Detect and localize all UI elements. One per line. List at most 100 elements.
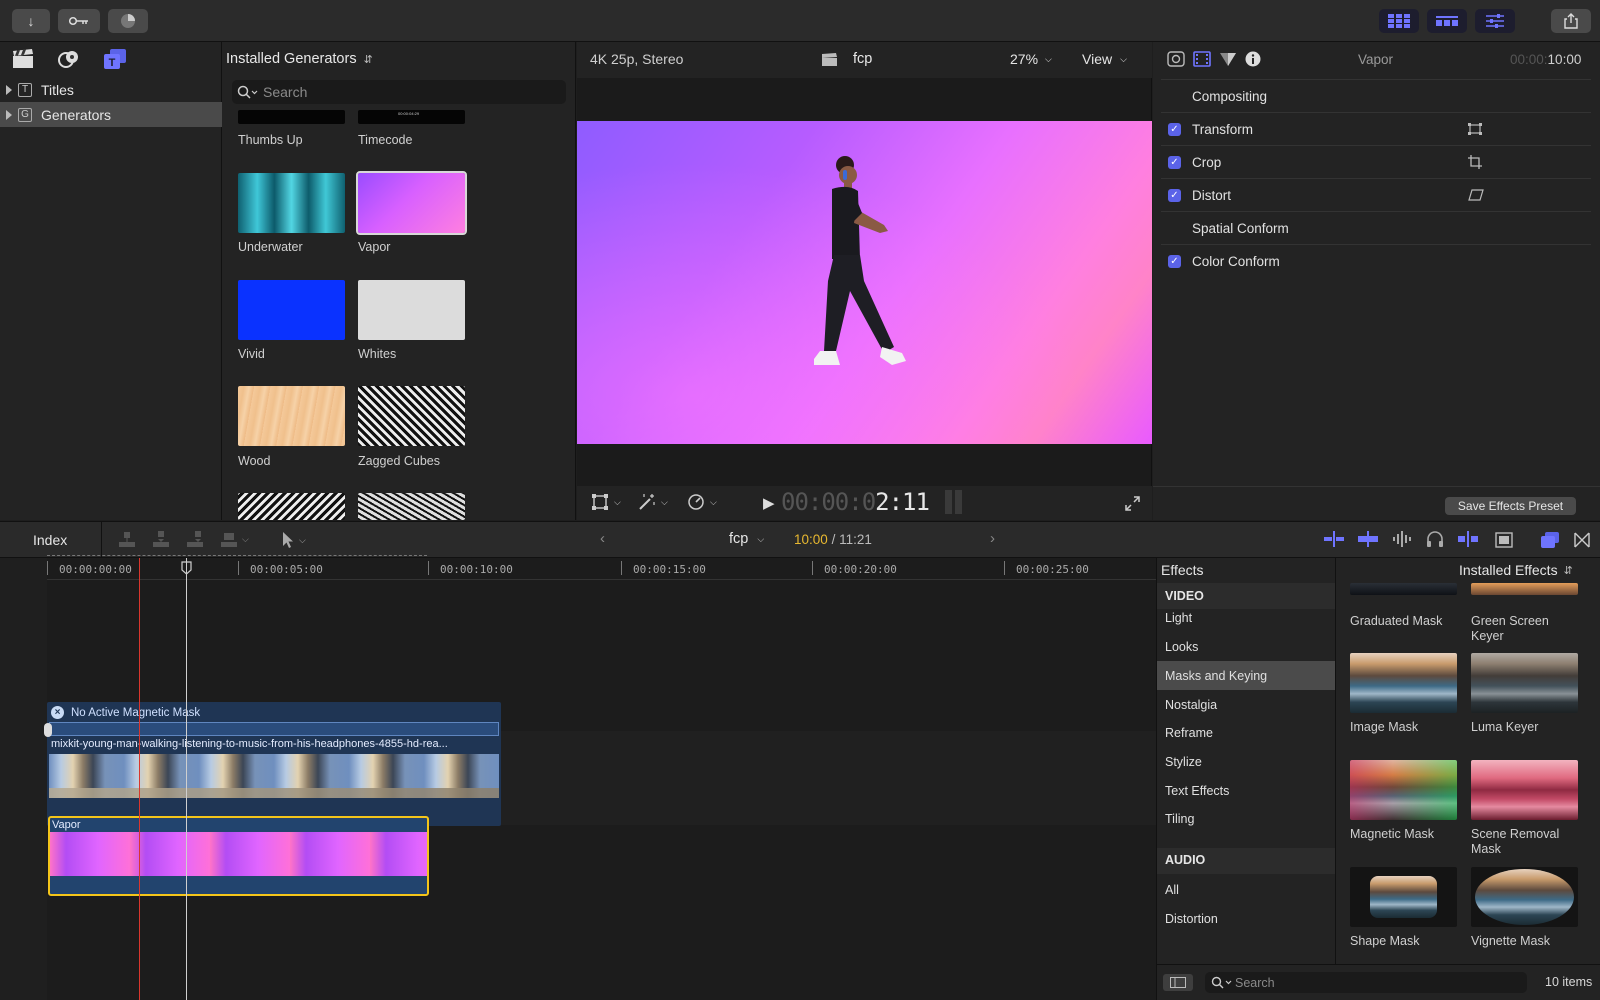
transitions-browser-toggle-icon[interactable]	[1574, 532, 1590, 548]
close-icon[interactable]: ×	[51, 706, 64, 719]
insert-edit-icon[interactable]	[151, 530, 171, 548]
effect-category-nostalgia[interactable]: Nostalgia	[1157, 690, 1335, 719]
play-icon[interactable]: ▶	[763, 494, 775, 512]
effect-category-light[interactable]: Light	[1157, 603, 1335, 632]
zoom-dropdown[interactable]: 27% ⌵	[1010, 51, 1052, 67]
playhead-line[interactable]	[186, 558, 187, 1000]
timeline-ruler[interactable]: 00:00:00:00 00:00:05:00 00:00:10:00 00:0…	[47, 555, 1156, 580]
enhancements-dropdown[interactable]: ⌵	[638, 493, 668, 511]
show-timeline-button[interactable]	[1427, 9, 1467, 33]
primary-clip[interactable]: × No Active Magnetic Mask mixkit-young-m…	[47, 702, 501, 826]
crop-checkbox[interactable]: ✓	[1168, 155, 1181, 169]
effects-audio-section[interactable]: AUDIO	[1165, 853, 1205, 867]
inspector-section-color-conform[interactable]: ✓ Color Conform	[1161, 245, 1591, 278]
effect-thumb-magnetic-mask[interactable]	[1350, 760, 1457, 820]
color-tab-icon[interactable]	[1219, 51, 1237, 67]
tool-selector-dropdown[interactable]: ⌵	[281, 531, 306, 549]
effect-category-stylize[interactable]: Stylize	[1157, 747, 1335, 776]
audio-skimming-icon[interactable]	[1392, 531, 1412, 547]
generator-tab-icon[interactable]	[1167, 51, 1185, 67]
effect-thumb-graduated-mask[interactable]	[1350, 583, 1457, 595]
transform-checkbox[interactable]: ✓	[1168, 122, 1181, 136]
sidebar-item-generators[interactable]: G Generators	[0, 102, 222, 127]
append-edit-icon[interactable]	[185, 530, 205, 548]
distort-checkbox[interactable]: ✓	[1168, 188, 1181, 202]
background-tasks-button[interactable]	[108, 9, 148, 33]
viewer-canvas[interactable]	[577, 121, 1152, 444]
retime-dropdown[interactable]: ⌵	[687, 493, 717, 511]
effect-thumb-scene-removal-mask[interactable]	[1471, 760, 1578, 820]
browser-source-dropdown[interactable]: Installed Generators ⇵	[226, 51, 373, 67]
timeline-project-dropdown[interactable]: fcp ⌵	[729, 531, 764, 547]
inspector-section-transform[interactable]: ✓ Transform	[1161, 113, 1591, 146]
video-tab-icon[interactable]	[1193, 51, 1211, 67]
generator-thumb-underwater[interactable]	[238, 173, 345, 233]
effect-category-tiling[interactable]: Tiling	[1157, 804, 1335, 833]
magnetic-mask-bar[interactable]: × No Active Magnetic Mask	[51, 706, 200, 719]
inspector-section-distort[interactable]: ✓ Distort	[1161, 179, 1591, 212]
effect-category-all[interactable]: All	[1157, 875, 1335, 904]
chevron-down-icon[interactable]: ⌵	[242, 534, 249, 545]
photos-audio-tab[interactable]	[58, 49, 80, 74]
effect-category-masks-and-keying[interactable]: Masks and Keying	[1157, 661, 1335, 690]
info-icon[interactable]	[1245, 51, 1261, 67]
inspector-section-spatial-conform[interactable]: Spatial Conform	[1161, 212, 1591, 245]
clip-appearance-icon[interactable]	[1495, 532, 1513, 548]
transform-onscreen-icon[interactable]	[1468, 123, 1482, 135]
libraries-tab[interactable]	[12, 49, 34, 74]
inspector-section-compositing[interactable]: Compositing	[1161, 80, 1591, 113]
crop-onscreen-icon[interactable]	[1468, 155, 1482, 169]
history-forward-icon[interactable]: ›	[990, 530, 995, 547]
skimming-icon[interactable]	[1358, 531, 1378, 547]
distort-onscreen-icon[interactable]	[1468, 189, 1484, 201]
generator-thumb[interactable]	[358, 493, 465, 520]
solo-icon[interactable]	[1458, 531, 1478, 547]
effects-browser-toggle-icon[interactable]	[1540, 531, 1560, 549]
skimmer-line[interactable]	[139, 558, 140, 1000]
save-effects-preset-button[interactable]: Save Effects Preset	[1445, 497, 1576, 515]
connect-edit-icon[interactable]	[117, 530, 137, 548]
history-back-icon[interactable]: ‹	[600, 530, 605, 547]
generator-thumb-whites[interactable]	[358, 280, 465, 340]
generator-thumb-zagged-cubes[interactable]	[358, 386, 465, 446]
effects-video-section[interactable]: VIDEO	[1165, 589, 1204, 603]
timeline-index-button[interactable]: Index	[33, 532, 67, 548]
sidebar-item-titles[interactable]: T Titles	[0, 77, 222, 102]
color-conform-checkbox[interactable]: ✓	[1168, 255, 1181, 268]
effect-thumb-image-mask[interactable]	[1350, 653, 1457, 713]
effect-thumb-vignette-mask[interactable]	[1471, 867, 1578, 927]
generator-thumb-wood[interactable]	[238, 386, 345, 446]
share-button[interactable]	[1551, 9, 1591, 33]
import-button[interactable]: ↓	[12, 9, 50, 33]
effect-category-looks[interactable]: Looks	[1157, 632, 1335, 661]
vapor-generator-clip[interactable]: Vapor	[48, 816, 429, 896]
generator-thumb-timecode[interactable]: 00:00:04:29	[358, 110, 465, 124]
effect-thumb-luma-keyer[interactable]	[1471, 653, 1578, 713]
titles-generators-tab[interactable]: T	[104, 49, 126, 74]
sidebar-toggle-button[interactable]	[1163, 974, 1193, 991]
snapping-icon[interactable]	[1324, 531, 1344, 547]
view-dropdown[interactable]: View ⌵	[1082, 51, 1127, 67]
show-inspector-button[interactable]	[1475, 9, 1515, 33]
effect-category-distortion[interactable]: Distortion	[1157, 904, 1335, 933]
clip-connection-handle[interactable]	[44, 723, 52, 737]
show-browser-button[interactable]	[1379, 9, 1419, 33]
mask-effect-range[interactable]	[49, 722, 499, 736]
transform-tools-dropdown[interactable]: ⌵	[591, 493, 621, 511]
effects-source-dropdown[interactable]: Installed Effects ⇵	[1459, 562, 1573, 578]
playhead-icon[interactable]	[181, 561, 192, 575]
disclosure-icon[interactable]	[6, 109, 12, 120]
generator-thumb-vapor[interactable]	[356, 171, 467, 235]
browser-search-field[interactable]: Search	[232, 80, 566, 104]
keywords-button[interactable]	[58, 9, 100, 33]
effects-search-field[interactable]: Search	[1205, 972, 1527, 993]
effect-thumb-shape-mask[interactable]	[1350, 867, 1457, 927]
generator-thumb-thumbs-up[interactable]	[238, 110, 345, 124]
headphones-icon[interactable]	[1426, 531, 1444, 547]
disclosure-icon[interactable]	[6, 84, 12, 95]
effect-category-text-effects[interactable]: Text Effects	[1157, 776, 1335, 805]
generator-thumb[interactable]	[238, 493, 345, 520]
effect-category-reframe[interactable]: Reframe	[1157, 718, 1335, 747]
generator-thumb-vivid[interactable]	[238, 280, 345, 340]
inspector-section-crop[interactable]: ✓ Crop	[1161, 146, 1591, 179]
